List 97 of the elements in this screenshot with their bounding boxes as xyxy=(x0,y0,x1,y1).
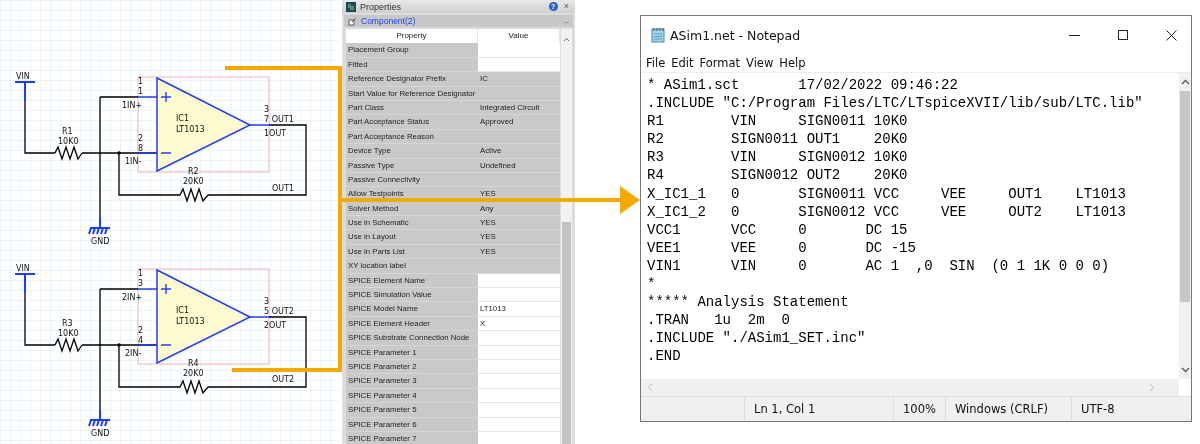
pin-number: 1 xyxy=(138,87,144,96)
part-value: LT1013 xyxy=(176,317,205,326)
menu-item[interactable]: Help xyxy=(779,56,806,70)
menu-item[interactable]: View xyxy=(746,56,774,70)
part-label: R3 xyxy=(62,319,73,328)
maximize-icon[interactable] xyxy=(1118,30,1128,40)
resistor-symbol xyxy=(179,186,209,204)
window-title: ASim1.net - Notepad xyxy=(670,27,802,43)
code-line: X_IC1_2 0 SIGN0012 VCC VEE OUT2 LT1013 xyxy=(647,202,1127,221)
status-field: UTF-8 xyxy=(1071,397,1191,421)
menu-item[interactable]: File xyxy=(646,56,666,70)
code-line: R3 VIN SIGN0012 10K0 xyxy=(647,148,909,167)
property-value[interactable] xyxy=(478,331,560,346)
pin-number: 4 xyxy=(138,336,144,345)
code-line: .END xyxy=(647,347,682,366)
property-value[interactable] xyxy=(478,374,560,389)
code-line: R2 SIGN0011 OUT1 20K0 xyxy=(647,130,909,149)
scroll-up-icon[interactable] xyxy=(1180,79,1190,85)
net-label: OUT2 xyxy=(272,375,295,384)
notepad-icon xyxy=(650,27,666,43)
pin-label: 2IN+ xyxy=(122,293,143,302)
pin-number: 5 OUT2 xyxy=(264,307,294,316)
pin-number: 8 xyxy=(138,144,144,153)
power-port-symbol xyxy=(14,81,36,102)
code-line: .INCLUDE "./ASim1_SET.inc" xyxy=(647,329,867,348)
code-line: * xyxy=(647,275,657,294)
value-label: 20K0 xyxy=(183,177,204,186)
pin-number: 1 xyxy=(138,77,144,86)
code-line: R1 VIN SIGN0011 10K0 xyxy=(647,112,909,131)
panel-title: Properties xyxy=(360,1,403,12)
pin-label: 2IN- xyxy=(125,349,142,358)
section-title: Component(2) xyxy=(361,16,417,26)
horizontal-scrollbar[interactable] xyxy=(641,379,1179,396)
code-line: VIN1 VIN 0 AC 1 ,0 SIN (0 1 1K 0 0 0) xyxy=(647,256,1111,276)
junction-dot xyxy=(117,343,121,347)
status-field: 100% xyxy=(893,397,945,421)
pin-number: 3 xyxy=(264,297,270,306)
net-label: VIN xyxy=(16,72,30,81)
scroll-up-icon[interactable] xyxy=(563,37,570,42)
net-label: VIN xyxy=(16,264,30,273)
scroll-left-icon[interactable] xyxy=(647,383,653,392)
code-line: X_IC1_1 0 SIGN0011 VCC VEE OUT1 LT1013 xyxy=(647,184,1127,203)
resistor-symbol xyxy=(54,144,83,162)
net-label: GND xyxy=(91,237,110,246)
ground-symbol xyxy=(88,217,111,235)
panel-app-icon xyxy=(346,1,356,12)
pin-number: 7 OUT1 xyxy=(264,115,294,124)
close-button[interactable]: × xyxy=(561,2,571,11)
code-line: * ASim1.sct 17/02/2022 09:46:22 xyxy=(647,76,959,95)
property-value[interactable] xyxy=(478,403,560,418)
pin-number: 1 xyxy=(138,269,144,278)
section-header[interactable]: Component(2) – xyxy=(344,15,573,27)
part-label: R4 xyxy=(188,359,199,368)
part-label: IC1 xyxy=(176,306,190,315)
pin-number: 3 xyxy=(264,105,270,114)
code-line: R4 SIGN0012 OUT2 20K0 xyxy=(647,166,909,185)
component-icon xyxy=(348,16,357,26)
part-label: R1 xyxy=(62,127,73,136)
status-field: Windows (CRLF) xyxy=(945,397,1071,421)
menu-item[interactable]: Edit xyxy=(671,56,694,70)
pin-number: 2 xyxy=(138,134,144,143)
resistor-symbol xyxy=(54,336,83,354)
value-label: 10K0 xyxy=(58,329,79,338)
pin-label: 1IN- xyxy=(125,157,142,166)
status-field: Ln 1, Col 1 xyxy=(744,397,893,421)
column-header[interactable]: Value xyxy=(478,29,560,44)
pin-label: 1OUT xyxy=(264,129,287,138)
pin-number: 2 xyxy=(138,326,144,335)
property-value[interactable] xyxy=(478,288,560,303)
pin-label: 1IN+ xyxy=(122,101,143,110)
scroll-down-icon[interactable] xyxy=(1180,367,1190,373)
power-port-symbol xyxy=(14,273,36,294)
pin-label: 2OUT xyxy=(264,321,287,330)
scroll-right-icon[interactable] xyxy=(1149,383,1155,392)
pin-number: 3 xyxy=(138,279,144,288)
net-label: GND xyxy=(91,429,110,438)
value-label: 10K0 xyxy=(58,137,79,146)
value-label: 20K0 xyxy=(183,369,204,378)
code-line: VEE1 VEE 0 DC -15 xyxy=(647,238,917,257)
part-value: LT1013 xyxy=(176,125,205,134)
menu-item[interactable]: Format xyxy=(699,56,741,70)
property-value[interactable] xyxy=(478,259,560,274)
minimize-icon[interactable] xyxy=(1069,34,1080,36)
close-icon[interactable] xyxy=(1166,29,1177,41)
resistor-symbol xyxy=(179,378,209,396)
column-header[interactable]: Property xyxy=(346,29,478,44)
net-label: OUT1 xyxy=(272,184,295,193)
code-line: .INCLUDE "C:/Program Files/LTC/LTspiceXVII/lib/sub/LTC.lib" xyxy=(647,94,1144,113)
part-label: IC1 xyxy=(176,114,190,123)
scrollbar[interactable] xyxy=(561,29,572,444)
junction-dot xyxy=(117,151,121,155)
ground-symbol xyxy=(88,409,111,427)
code-line: ***** Analysis Statement xyxy=(647,293,850,312)
code-line: VCC1 VCC 0 DC 15 xyxy=(647,220,909,239)
code-line: .TRAN 1u 2m 0 xyxy=(647,311,791,330)
scrollbar[interactable] xyxy=(1179,73,1191,379)
part-label: R2 xyxy=(188,167,199,176)
